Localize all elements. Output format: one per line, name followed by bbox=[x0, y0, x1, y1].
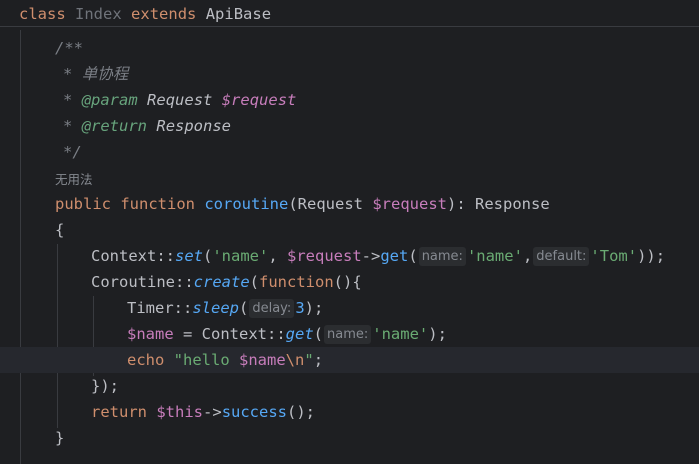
line-end: ); bbox=[428, 325, 447, 343]
escape-sequence: \n bbox=[285, 351, 305, 369]
docblock-open[interactable]: /** bbox=[55, 35, 83, 61]
arrow: -> bbox=[203, 403, 222, 421]
param-type: (Request bbox=[288, 195, 373, 213]
comment-star: * bbox=[63, 117, 73, 135]
number-literal: 3 bbox=[295, 299, 305, 317]
string-literal: 'Tom' bbox=[590, 247, 638, 265]
comma: , bbox=[268, 247, 288, 265]
code-line-echo[interactable]: echo "hello $name\n"; bbox=[127, 347, 323, 373]
code-line-context-set[interactable]: Context::set('name', $request->get(name:… bbox=[91, 243, 665, 269]
arrow: -> bbox=[361, 247, 381, 265]
method-signature[interactable]: public function coroutine(Request $reque… bbox=[55, 191, 550, 217]
comment-text: /** bbox=[55, 39, 83, 57]
docblock-return[interactable]: * @return Response bbox=[63, 113, 231, 139]
assignment: = Context:: bbox=[173, 325, 286, 343]
docblock-close[interactable]: */ bbox=[63, 139, 82, 165]
static-call: set bbox=[175, 247, 203, 265]
line-end: (){ bbox=[333, 273, 362, 291]
code-line-context-get[interactable]: $name = Context::get(name:'name'); bbox=[127, 321, 447, 347]
line-end: ); bbox=[304, 299, 324, 317]
string-literal: " bbox=[304, 351, 314, 369]
param-hint-delay: delay: bbox=[249, 299, 295, 318]
keyword-public: public bbox=[55, 195, 111, 213]
code-line-coroutine-create[interactable]: Coroutine::create(function(){ bbox=[91, 269, 362, 295]
paren: ( bbox=[239, 299, 249, 317]
line-end: (); bbox=[287, 403, 316, 421]
class-name: Index bbox=[75, 5, 122, 23]
keyword-class: class bbox=[19, 5, 66, 23]
param-hint-name: name: bbox=[324, 325, 372, 344]
class-ref: Context:: bbox=[91, 247, 175, 265]
string-literal: 'name' bbox=[466, 247, 523, 265]
brace-open[interactable]: { bbox=[55, 217, 64, 243]
line-end: ; bbox=[313, 351, 324, 369]
docblock-summary[interactable]: * 单协程 bbox=[63, 61, 128, 87]
doc-param-var: $request bbox=[221, 91, 297, 109]
comment-text: */ bbox=[63, 143, 82, 161]
keyword-return: return bbox=[91, 403, 147, 421]
paren: ( bbox=[408, 247, 418, 265]
code-line-closure-end[interactable]: }); bbox=[91, 373, 119, 399]
code-line-return[interactable]: return $this->success(); bbox=[91, 399, 315, 425]
indent-guide bbox=[20, 30, 21, 464]
base-class-name: ApiBase bbox=[205, 5, 272, 23]
brace-close[interactable]: } bbox=[55, 425, 64, 451]
static-call: create bbox=[193, 273, 250, 291]
doc-param-type: Request bbox=[147, 91, 213, 109]
doc-tag-param: @param bbox=[81, 91, 138, 109]
usages-inlay[interactable]: 无用法 bbox=[55, 166, 93, 192]
current-line-highlight bbox=[0, 347, 699, 373]
docblock-param[interactable]: * @param Request $request bbox=[63, 87, 296, 113]
brace: { bbox=[55, 221, 65, 239]
paren: ( bbox=[249, 273, 259, 291]
variable: $request bbox=[287, 247, 362, 265]
doc-return-type: Response bbox=[156, 117, 232, 135]
comment-star: * bbox=[63, 65, 73, 83]
usages-hint-text[interactable]: 无用法 bbox=[55, 172, 93, 187]
string-literal: 'name' bbox=[212, 247, 269, 265]
param-hint-name: name: bbox=[418, 247, 466, 266]
indent-guide bbox=[57, 244, 58, 428]
line-end: )); bbox=[637, 247, 666, 265]
closure-end: }); bbox=[91, 377, 119, 395]
code-line-timer-sleep[interactable]: Timer::sleep(delay: 3); bbox=[127, 295, 323, 321]
method-name: coroutine bbox=[204, 195, 289, 213]
keyword-extends: extends bbox=[131, 5, 197, 23]
keyword-function: function bbox=[120, 195, 195, 213]
keyword-echo: echo bbox=[127, 351, 165, 369]
class-declaration[interactable]: class Index extends ApiBase bbox=[19, 1, 271, 27]
param-hint-default: default: bbox=[533, 247, 590, 266]
this-variable: $this bbox=[156, 403, 204, 421]
class-ref: Timer:: bbox=[127, 299, 193, 317]
method-call: get bbox=[380, 247, 409, 265]
doc-tag-return: @return bbox=[81, 117, 148, 135]
param-var: $request bbox=[372, 195, 447, 213]
static-call: get bbox=[285, 325, 314, 343]
string-literal: "hello bbox=[173, 351, 239, 369]
comment-star: * bbox=[63, 91, 73, 109]
comma: , bbox=[522, 247, 533, 265]
keyword-function: function bbox=[259, 273, 334, 291]
return-type: ): Response bbox=[447, 195, 550, 213]
comment-summary: 单协程 bbox=[81, 65, 129, 83]
string-literal: 'name' bbox=[372, 325, 429, 343]
paren: ( bbox=[203, 247, 213, 265]
class-ref: Coroutine:: bbox=[91, 273, 194, 291]
static-call: sleep bbox=[192, 299, 239, 317]
code-editor[interactable]: class Index extends ApiBase /** * 单协程 * … bbox=[0, 0, 699, 464]
brace: } bbox=[55, 429, 65, 447]
method-call: success bbox=[221, 403, 288, 421]
paren: ( bbox=[313, 325, 323, 343]
variable: $name bbox=[127, 325, 174, 343]
interpolated-variable: $name bbox=[239, 351, 286, 369]
